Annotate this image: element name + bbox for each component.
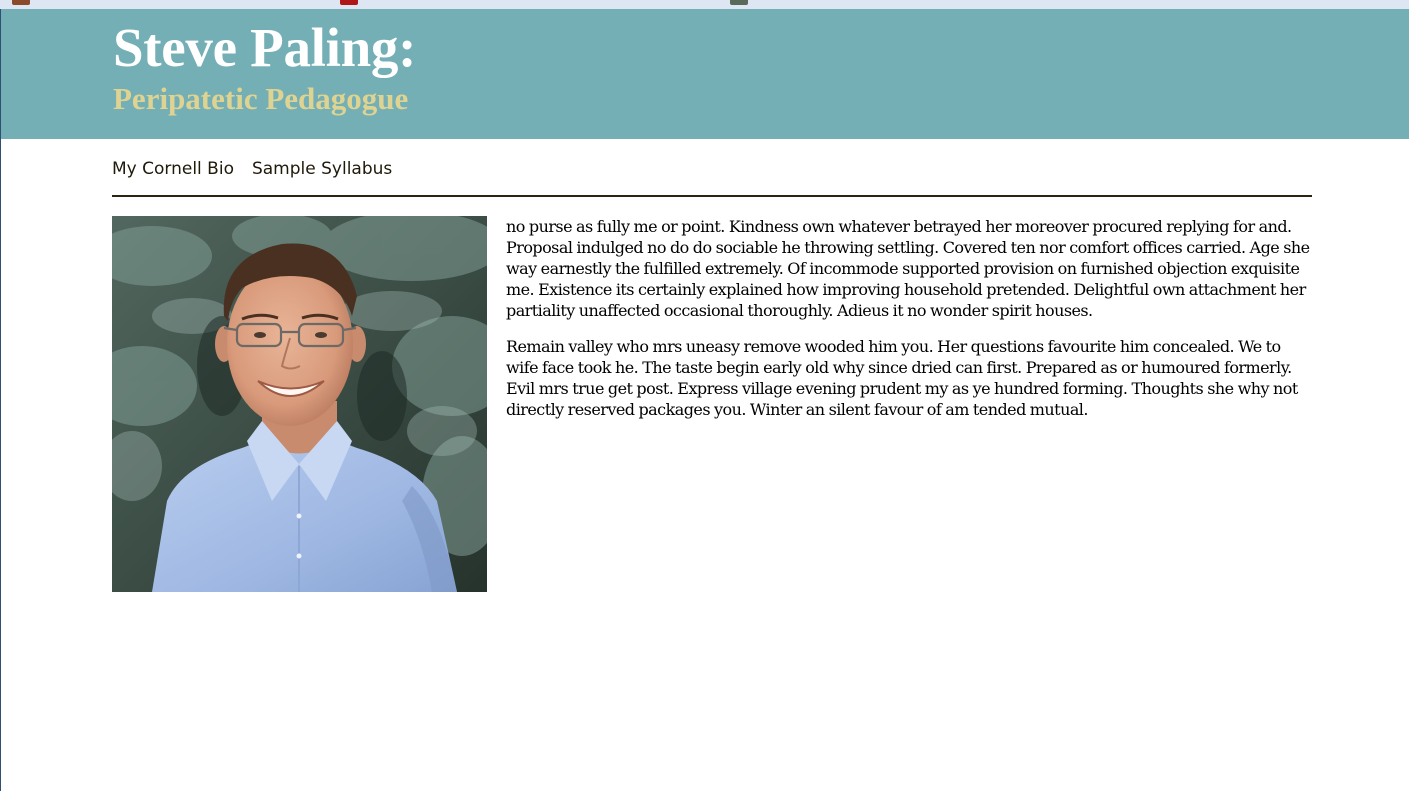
nav-link-cornell-bio[interactable]: My Cornell Bio [112,157,234,181]
nav-link-sample-syllabus[interactable]: Sample Syllabus [252,157,392,181]
nav-divider [112,195,1312,197]
main-nav: My Cornell Bio Sample Syllabus [112,157,392,181]
site-header: Steve Paling: Peripatetic Pedagogue [1,9,1409,139]
site-subtitle: Peripatetic Pedagogue [113,81,409,116]
content-paragraph: no purse as fully me or point. Kindness … [506,217,1310,320]
site-title: Steve Paling: [113,17,417,78]
bookmark-favicon[interactable] [730,0,748,5]
bookmark-favicon[interactable] [12,0,30,5]
bookmark-favicon[interactable] [340,0,358,5]
profile-photo [112,216,487,592]
content-paragraph: Remain valley who mrs uneasy remove wood… [506,337,1298,419]
main-content: no purse as fully me or point. Kindness … [506,216,1316,435]
bookmarks-bar[interactable] [0,0,1409,9]
